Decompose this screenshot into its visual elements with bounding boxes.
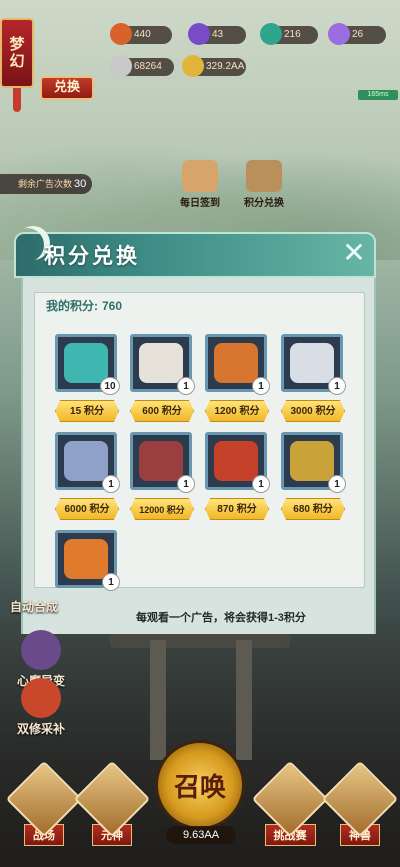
modal-title: 积分兑换 [44, 243, 140, 268]
battlefield-icon [5, 760, 83, 838]
item-quantity: 1 [177, 475, 195, 493]
item-quantity: 1 [328, 377, 346, 395]
exchange-item[interactable]: 1 6000 积分 [55, 432, 121, 520]
daily-checkin-button[interactable]: 每日签到 [172, 160, 228, 209]
item-price-button[interactable]: 680 积分 [281, 498, 345, 520]
currency-peach[interactable]: 440 [110, 23, 172, 45]
demon-beast-icon [139, 441, 183, 481]
item-price-button[interactable]: 15 积分 [55, 400, 119, 422]
item-price-button[interactable]: 600 积分 [130, 400, 194, 422]
item-frame: 1 [55, 530, 120, 591]
war-horse-icon [64, 441, 108, 481]
gold-coin-icon [182, 55, 204, 77]
exchange-item[interactable]: 1 600 积分 [130, 334, 196, 422]
item-frame: 1 [281, 432, 346, 493]
item-quantity: 1 [252, 377, 270, 395]
exchange-item[interactable]: 1 870 积分 [205, 432, 271, 520]
primordial-spirit-icon [73, 760, 151, 838]
item-frame: 1 [281, 334, 346, 395]
exchange-item[interactable]: 1 12000 积分 [130, 432, 196, 520]
nav-divine-beast[interactable]: 神兽 [321, 760, 399, 846]
item-price-button[interactable]: 870 积分 [205, 498, 269, 520]
item-quantity: 1 [328, 475, 346, 493]
nav-battlefield[interactable]: 战场 [5, 760, 83, 846]
exchange-item[interactable]: 1 3000 积分 [281, 334, 347, 422]
summon-cost: 9.63AA [166, 826, 236, 844]
tiger-icon [214, 343, 258, 383]
currency-value: 329.2AA [206, 61, 245, 72]
ad-count-value: 30 [74, 178, 87, 190]
purple-gem-icon [188, 23, 210, 45]
currency-purple-gem[interactable]: 43 [188, 23, 246, 45]
dual-cultivation-button[interactable]: 双修采补 [12, 678, 70, 737]
currency-crystal[interactable]: 26 [328, 23, 386, 45]
item-frame: 1 [205, 432, 270, 493]
jade-icon [260, 23, 282, 45]
item-frame: 1 [130, 432, 195, 493]
item-quantity: 1 [177, 377, 195, 395]
challenge-icon [251, 760, 329, 838]
item-quantity: 1 [252, 475, 270, 493]
dream-banner[interactable]: 梦幻 [0, 18, 34, 88]
heart-demon-icon [21, 630, 61, 670]
divine-beast-icon [321, 760, 399, 838]
urn-icon [246, 160, 282, 192]
exchange-item[interactable]: 1 [55, 530, 121, 591]
ad-count-badge: 剩余广告次数 30 [0, 174, 93, 194]
currency-jade[interactable]: 216 [260, 23, 318, 45]
my-points-value: 760 [102, 299, 123, 313]
my-points-label: 我的积分: [46, 299, 98, 313]
banner-tassel [13, 88, 21, 112]
background-gate-pillar [150, 640, 166, 760]
daily-checkin-label: 每日签到 [180, 198, 220, 209]
item-frame: 1 [130, 334, 195, 395]
item-frame: 1 [205, 334, 270, 395]
jade-dragon-icon [64, 343, 108, 383]
item-quantity: 10 [100, 377, 120, 395]
currency-gold-coin[interactable]: 329.2AA [182, 55, 246, 77]
crystal-icon [328, 23, 350, 45]
dual-cultivation-label: 双修采补 [16, 722, 65, 736]
background-gate-pillar [236, 640, 252, 760]
item-frame: 1 [55, 432, 120, 493]
golden-staff-icon [290, 441, 334, 481]
nav-challenge[interactable]: 挑战赛 [251, 760, 329, 846]
currency-value: 440 [134, 29, 151, 40]
exchange-item[interactable]: 10 15 积分 [55, 334, 121, 422]
item-quantity: 1 [102, 573, 120, 591]
exchange-item[interactable]: 1 1200 积分 [205, 334, 271, 422]
auto-merge-label: 自动合成 [10, 600, 59, 614]
white-qilin-icon [290, 343, 334, 383]
currency-value: 26 [352, 29, 364, 40]
nav-primordial-spirit[interactable]: 元神 [73, 760, 151, 846]
auto-merge-button[interactable]: 自动合成 [10, 598, 58, 615]
item-frame: 10 [55, 334, 120, 395]
fire-bird-icon [64, 539, 108, 579]
points-exchange-button[interactable]: 积分兑换 [236, 160, 292, 209]
item-price-button[interactable]: 3000 积分 [281, 400, 345, 422]
latency-indicator: 165ms [358, 90, 398, 100]
exchange-button[interactable]: 兑换 [40, 76, 94, 100]
exchange-item[interactable]: 1 680 积分 [281, 432, 347, 520]
item-price-button[interactable]: 6000 积分 [55, 498, 119, 520]
item-price-button[interactable]: 1200 积分 [205, 400, 269, 422]
silver-ingot-icon [110, 55, 132, 77]
points-exchange-label: 积分兑换 [244, 198, 284, 209]
scroll-icon [182, 160, 218, 192]
currency-value: 216 [284, 29, 301, 40]
currency-value: 68264 [134, 61, 162, 72]
currency-value: 43 [212, 29, 224, 40]
currency-silver-ingot[interactable]: 68264 [110, 55, 174, 77]
dual-cultivation-icon [21, 678, 61, 718]
ad-reward-tip: 每观看一个广告，将会获得1-3积分 [136, 612, 306, 624]
peach-icon [110, 23, 132, 45]
close-icon[interactable]: ✕ [339, 238, 369, 268]
my-points: 我的积分: 760 [46, 297, 122, 314]
item-price-button[interactable]: 12000 积分 [130, 498, 194, 520]
summon-button[interactable]: 召唤 [155, 740, 245, 830]
item-quantity: 1 [102, 475, 120, 493]
white-beast-icon [139, 343, 183, 383]
ad-count-label: 剩余广告次数 [18, 179, 73, 189]
flame-sword-icon [214, 441, 258, 481]
